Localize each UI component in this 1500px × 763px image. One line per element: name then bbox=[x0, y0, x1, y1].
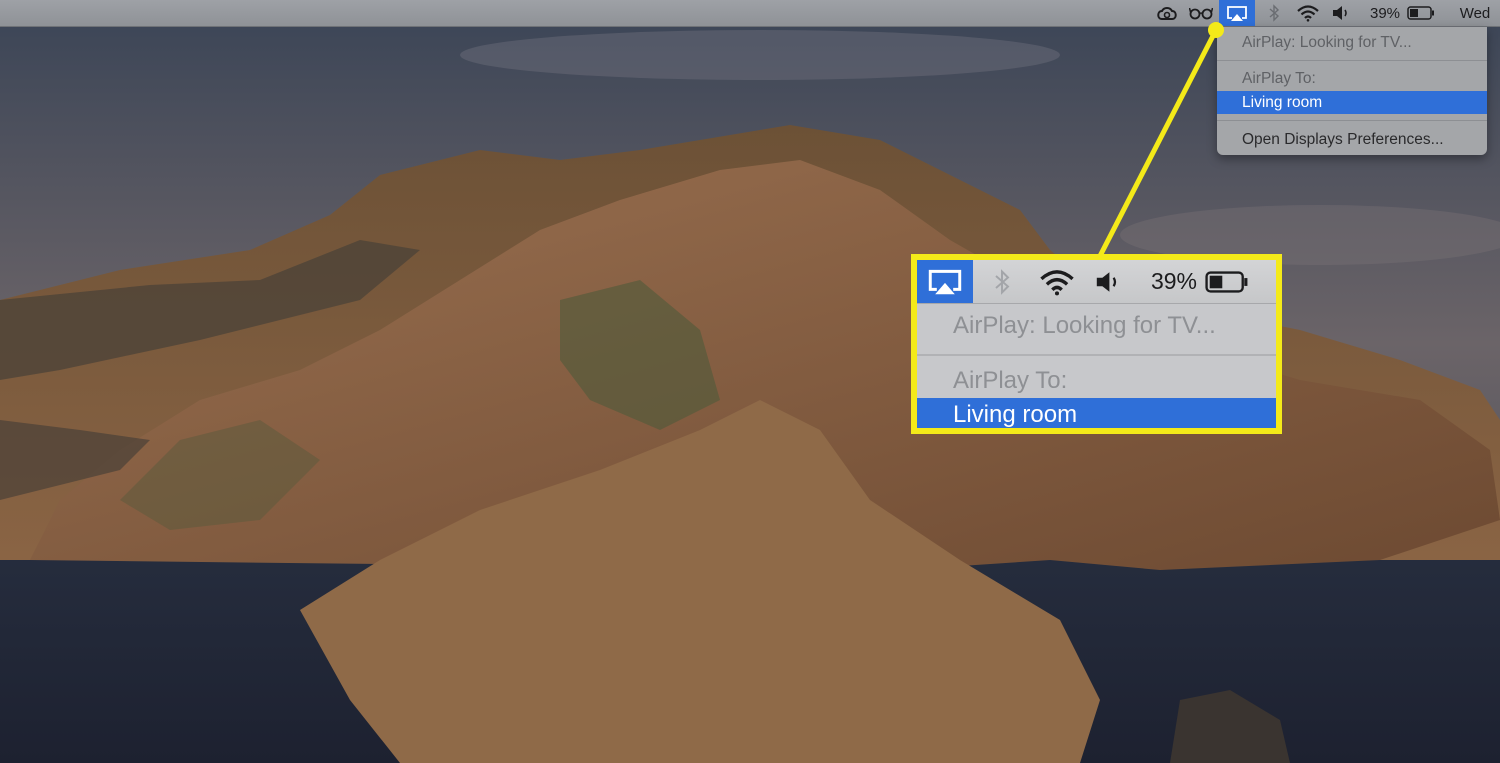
zoom-callout: 39% AirPlay: Looking for TV... AirPlay T… bbox=[911, 254, 1282, 434]
airplay-icon bbox=[1227, 5, 1247, 21]
airplay-to-header: AirPlay To: bbox=[1242, 69, 1316, 87]
battery-icon[interactable] bbox=[1405, 0, 1437, 26]
airplay-device-living-room[interactable]: Living room bbox=[1217, 91, 1487, 114]
callout-airplay-button bbox=[917, 260, 973, 303]
menu-bar: 39% Wed bbox=[0, 0, 1500, 27]
volume-icon bbox=[1093, 260, 1123, 303]
menu-separator bbox=[917, 354, 1276, 356]
callout-living-room-item: Living room bbox=[917, 398, 1276, 428]
airplay-icon bbox=[928, 269, 962, 294]
bluetooth-icon[interactable] bbox=[1262, 0, 1286, 26]
open-displays-preferences-item[interactable]: Open Displays Preferences... bbox=[1217, 128, 1487, 151]
glasses-icon[interactable] bbox=[1186, 0, 1216, 26]
creative-cloud-icon[interactable] bbox=[1152, 0, 1182, 26]
airplay-status-item: AirPlay: Looking for TV... bbox=[1242, 33, 1412, 51]
callout-airplay-status: AirPlay: Looking for TV... bbox=[953, 312, 1216, 339]
wifi-icon[interactable] bbox=[1294, 0, 1322, 26]
airplay-dropdown-menu: AirPlay: Looking for TV... AirPlay To: L… bbox=[1217, 27, 1487, 155]
wifi-icon bbox=[1035, 260, 1079, 303]
callout-menu-bar: 39% bbox=[917, 260, 1276, 304]
callout-airplay-to-header: AirPlay To: bbox=[953, 367, 1068, 394]
callout-battery-percent: 39% bbox=[1150, 268, 1198, 294]
bluetooth-icon bbox=[987, 260, 1017, 303]
battery-percent: 39% bbox=[1369, 4, 1401, 22]
menubar-clock[interactable]: Wed bbox=[1455, 0, 1495, 26]
battery-icon bbox=[1203, 260, 1251, 303]
menu-separator bbox=[1217, 120, 1487, 121]
volume-icon[interactable] bbox=[1329, 0, 1353, 26]
airplay-menu-button[interactable] bbox=[1219, 0, 1255, 26]
menu-separator bbox=[1217, 60, 1487, 61]
